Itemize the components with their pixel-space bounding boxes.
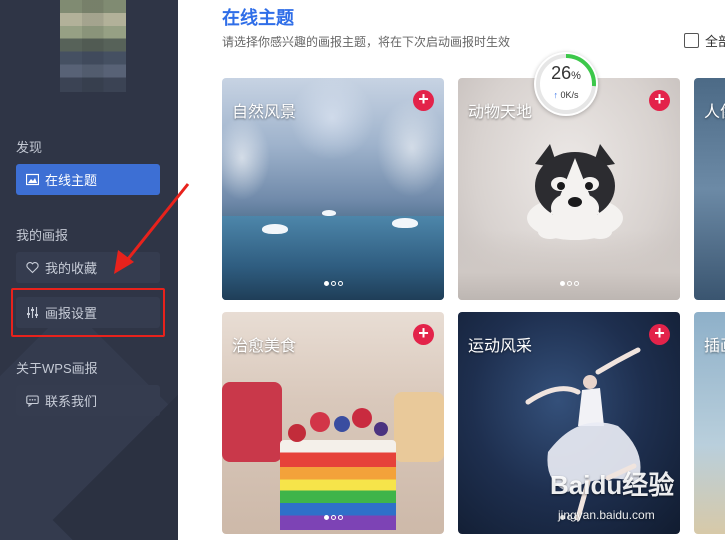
swan-image	[322, 210, 336, 216]
card-title: 运动风采	[468, 338, 533, 355]
berry-image	[310, 412, 330, 432]
theme-card-food[interactable]: 治愈美食 +	[222, 312, 444, 534]
theme-card-portrait[interactable]: 人像	[694, 78, 725, 300]
heart-icon	[26, 262, 39, 274]
card-title: 插画	[704, 338, 725, 355]
select-all-label: 全部	[704, 34, 725, 49]
avatar[interactable]	[60, 0, 126, 92]
berry-image	[288, 424, 306, 442]
carousel-dots	[222, 273, 444, 291]
page-title: 在线主题	[222, 8, 294, 28]
carousel-dots	[222, 507, 444, 525]
sidebar-item-label: 在线主题	[45, 173, 98, 188]
watermark-url: jingyan.baidu.com	[558, 508, 655, 522]
my-pictorial-section-title: 我的画报	[16, 228, 69, 243]
add-theme-button[interactable]: +	[413, 324, 434, 345]
add-theme-button[interactable]: +	[413, 90, 434, 111]
highlight-box	[11, 288, 165, 337]
page-subtitle: 请选择你感兴趣的画报主题，将在下次启动画报时生效	[222, 35, 511, 49]
card-title: 动物天地	[468, 104, 533, 121]
about-section-title: 关于WPS画报	[16, 361, 98, 376]
pastry-image	[394, 392, 444, 462]
cake-image	[222, 382, 282, 462]
theme-card-nature[interactable]: 自然风景 +	[222, 78, 444, 300]
download-progress-gauge: 26% ↑ 0K/s	[534, 52, 598, 116]
carousel-dots	[458, 273, 680, 291]
sidebar-item-label: 联系我们	[45, 394, 98, 409]
watermark-brand: Baidu经验	[550, 470, 675, 500]
progress-percent: 26%	[551, 63, 581, 83]
card-title: 治愈美食	[232, 338, 297, 355]
discover-section-title: 发现	[16, 140, 43, 155]
image-icon	[26, 173, 39, 186]
progress-ring-icon	[536, 54, 596, 114]
swan-image	[392, 218, 418, 228]
select-all-checkbox[interactable]: 全部	[683, 31, 725, 50]
card-title: 自然风景	[232, 104, 297, 121]
sidebar-item-label: 我的收藏	[45, 261, 98, 276]
berry-image	[374, 422, 388, 436]
theme-card-illustration[interactable]: 插画	[694, 312, 725, 534]
upload-arrow-icon: ↑	[553, 90, 558, 100]
annotation-arrow-icon	[114, 183, 190, 274]
add-theme-button[interactable]: +	[649, 90, 670, 111]
checkbox-box[interactable]	[683, 33, 699, 48]
sidebar-item-contact[interactable]: 联系我们	[16, 385, 160, 416]
download-speed: ↑ 0K/s	[553, 90, 579, 100]
berry-image	[334, 416, 350, 432]
chat-icon	[26, 395, 39, 407]
add-theme-button[interactable]: +	[649, 324, 670, 345]
swan-image	[262, 224, 288, 234]
main-content: 在线主题 请选择你感兴趣的画报主题，将在下次启动画报时生效 全部 自然风景 +	[178, 0, 725, 540]
berry-image	[352, 408, 372, 428]
card-title: 人像	[704, 104, 725, 121]
husky-puppy-image	[527, 144, 623, 240]
